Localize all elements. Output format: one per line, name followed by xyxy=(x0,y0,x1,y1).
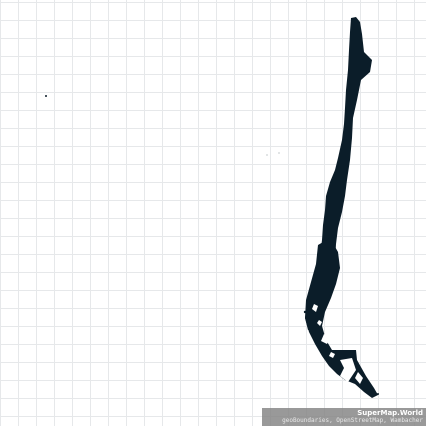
attribution-sources: geoBoundaries, OpenStreetMap, Wambacher xyxy=(282,417,423,424)
country-map xyxy=(45,17,379,398)
map-canvas[interactable]: SuperMap.World geoBoundaries, OpenStreet… xyxy=(0,0,426,426)
island-marker xyxy=(370,388,374,392)
map-attribution: SuperMap.World geoBoundaries, OpenStreet… xyxy=(262,408,426,426)
island-marker xyxy=(45,95,47,97)
island-marker xyxy=(377,393,379,395)
attribution-brand[interactable]: SuperMap.World xyxy=(262,409,423,417)
island-marker xyxy=(303,310,307,314)
island-marker xyxy=(278,152,280,154)
island-marker xyxy=(266,154,268,156)
